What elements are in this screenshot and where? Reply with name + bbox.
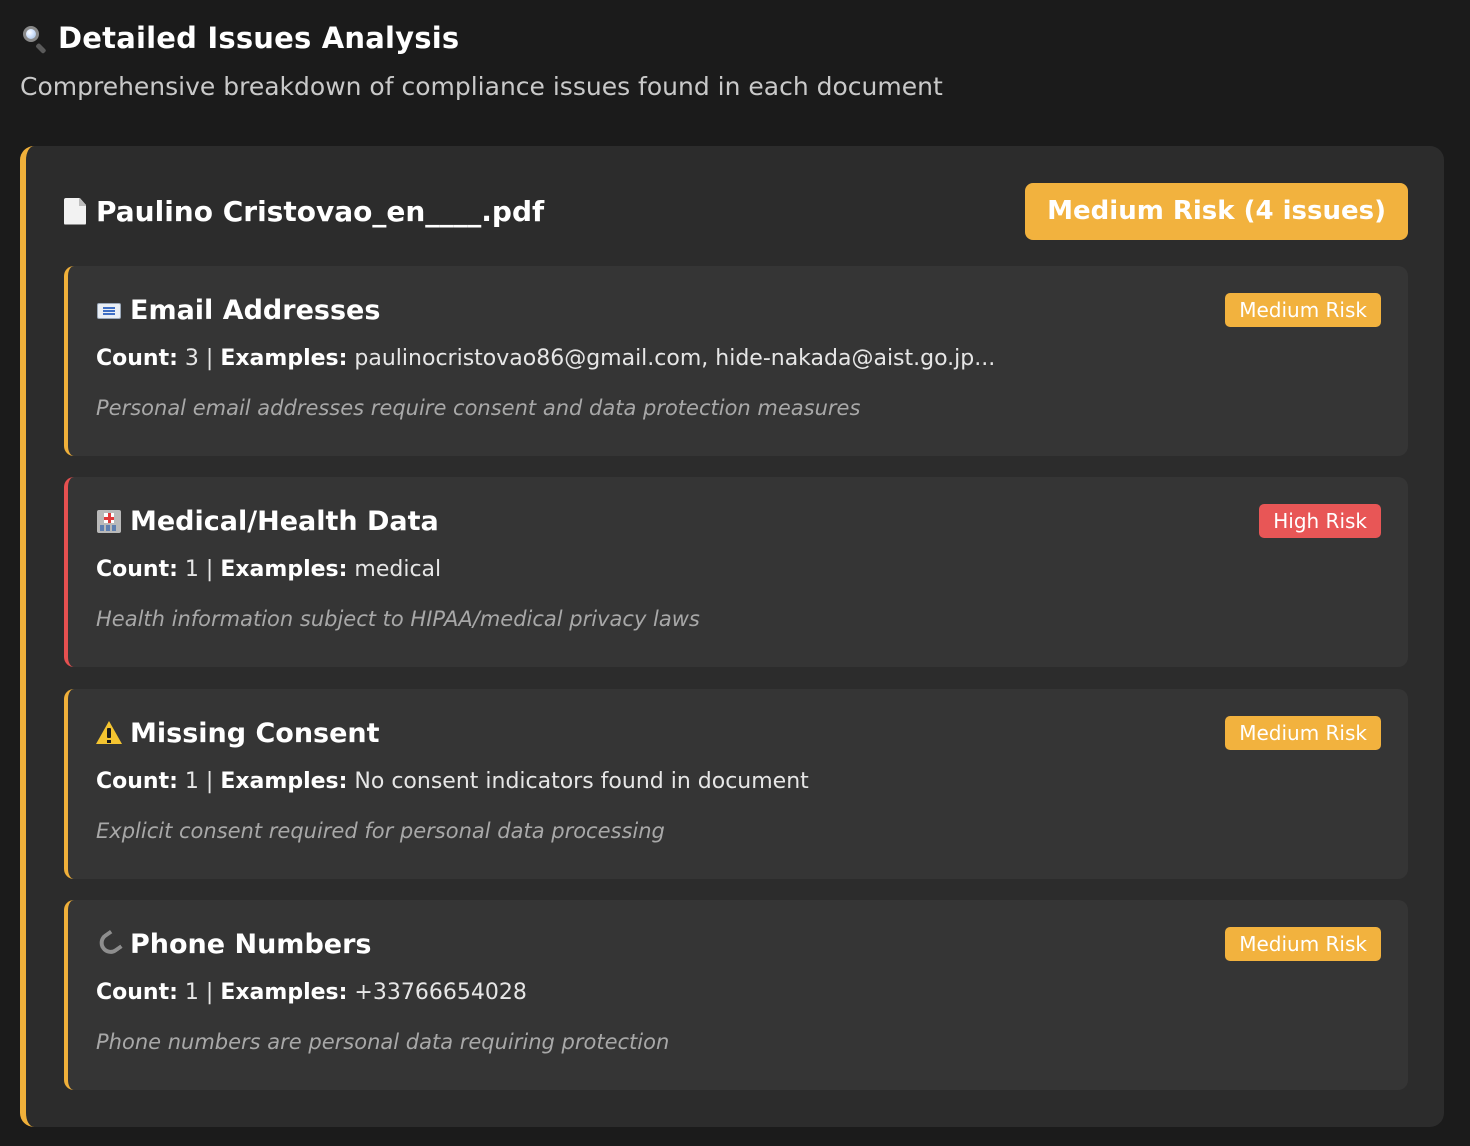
- count-value: 1: [184, 980, 199, 1005]
- separator: |: [205, 346, 214, 371]
- issue-card-missing-consent: Missing Consent Medium Risk Count: 1 | E…: [64, 689, 1408, 879]
- issue-title: Missing Consent: [130, 717, 380, 749]
- count-value: 1: [184, 557, 199, 582]
- issue-detail: Count: 1 | Examples: medical: [96, 557, 441, 582]
- document-header: Paulino Cristovao_en____.pdf Medium Risk…: [64, 182, 1408, 240]
- issue-note: Phone numbers are personal data requirin…: [96, 1030, 670, 1054]
- issue-title-group: Missing Consent: [96, 718, 380, 749]
- examples-label: Examples:: [220, 557, 348, 582]
- separator: |: [205, 769, 214, 794]
- issue-note: Health information subject to HIPAA/medi…: [96, 607, 700, 631]
- issue-detail: Count: 1 | Examples: +33766654028: [96, 980, 527, 1005]
- issue-detail: Count: 3 | Examples: paulinocristovao86@…: [96, 346, 995, 371]
- phone-icon: [95, 929, 123, 959]
- document-risk-badge: Medium Risk (4 issues): [1025, 182, 1408, 240]
- examples-label: Examples:: [220, 346, 348, 371]
- examples-label: Examples:: [220, 980, 348, 1005]
- examples-value: +33766654028: [354, 980, 527, 1005]
- issue-note: Explicit consent required for personal d…: [96, 819, 665, 843]
- count-label: Count:: [96, 557, 178, 582]
- count-value: 1: [184, 769, 199, 794]
- risk-badge: Medium Risk: [1225, 927, 1381, 961]
- issue-title-row: Missing Consent Medium Risk: [96, 715, 1381, 751]
- count-value: 3: [184, 346, 199, 371]
- issue-card-phone-numbers: Phone Numbers Medium Risk Count: 1 | Exa…: [64, 900, 1408, 1090]
- section-subtitle: Comprehensive breakdown of compliance is…: [20, 72, 943, 101]
- email-icon: [96, 297, 122, 323]
- issue-title-row: Email Addresses Medium Risk: [96, 292, 1381, 328]
- document-card: Paulino Cristovao_en____.pdf Medium Risk…: [20, 146, 1444, 1127]
- risk-badge: Medium Risk: [1225, 716, 1381, 750]
- examples-value: paulinocristovao86@gmail.com, hide-nakad…: [354, 346, 996, 371]
- issues-analysis-page: Detailed Issues Analysis Comprehensive b…: [0, 0, 1470, 1146]
- issue-title-group: Email Addresses: [96, 295, 380, 326]
- issue-title-group: Medical/Health Data: [96, 506, 439, 537]
- risk-badge: High Risk: [1259, 504, 1381, 538]
- examples-label: Examples:: [220, 769, 348, 794]
- examples-value: medical: [354, 557, 442, 582]
- count-label: Count:: [96, 769, 178, 794]
- issue-title-row: Phone Numbers Medium Risk: [95, 926, 1381, 962]
- document-icon: [64, 197, 86, 225]
- examples-value: No consent indicators found in document: [354, 769, 809, 794]
- issue-title-row: Medical/Health Data High Risk: [96, 503, 1381, 539]
- hospital-icon: [96, 508, 122, 534]
- section-header: Detailed Issues Analysis: [20, 18, 1444, 58]
- document-name-group: Paulino Cristovao_en____.pdf: [64, 195, 544, 228]
- issue-title: Phone Numbers: [130, 928, 372, 960]
- issue-detail: Count: 1 | Examples: No consent indicato…: [96, 769, 809, 794]
- issue-title-group: Phone Numbers: [95, 928, 372, 960]
- issue-title: Medical/Health Data: [130, 505, 439, 537]
- section-title: Detailed Issues Analysis: [58, 21, 460, 55]
- issue-card-email-addresses: Email Addresses Medium Risk Count: 3 | E…: [64, 266, 1408, 456]
- warning-icon: [96, 720, 122, 746]
- risk-badge: Medium Risk: [1225, 293, 1381, 327]
- issue-note: Personal email addresses require consent…: [96, 396, 861, 420]
- count-label: Count:: [96, 346, 178, 371]
- issue-title: Email Addresses: [130, 294, 381, 326]
- issue-card-medical-health-data: Medical/Health Data High Risk Count: 1 |…: [64, 477, 1408, 667]
- magnifier-icon: [20, 23, 50, 55]
- count-label: Count:: [96, 980, 178, 1005]
- separator: |: [205, 980, 214, 1005]
- document-name: Paulino Cristovao_en____.pdf: [96, 194, 545, 228]
- separator: |: [205, 557, 214, 582]
